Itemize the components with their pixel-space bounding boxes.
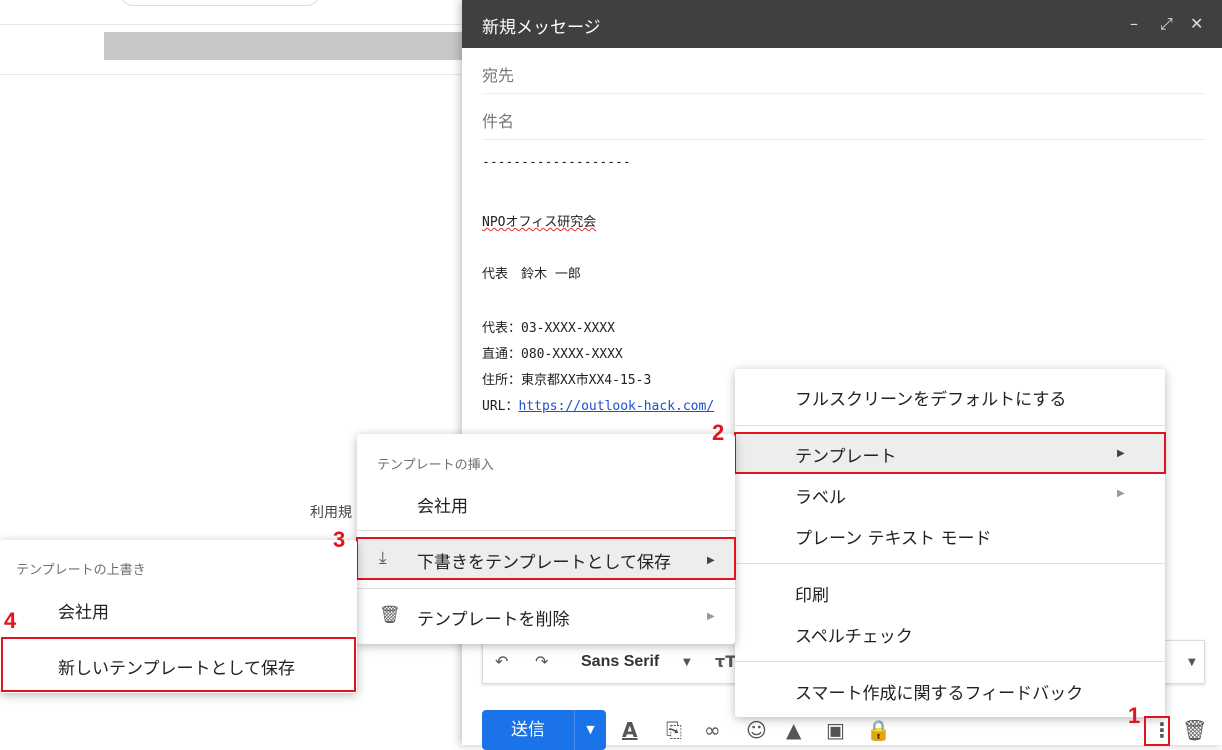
menu-divider [735,563,1165,564]
expand-icon[interactable]: ⤢ [1160,14,1173,34]
compose-title: 新規メッセージ [482,18,601,38]
menu-divider [357,530,735,531]
confidential-icon[interactable]: 🔒 [866,718,891,742]
step-number-4: 4 [4,608,17,633]
body-tel-direct: 直通：080-XXXX-XXXX [482,347,623,362]
minimize-icon[interactable]: – [1130,14,1138,33]
body-rep: 代表 鈴木 一郎 [482,267,581,282]
menu-item-feedback[interactable]: スマート作成に関するフィードバック [795,679,1083,704]
highlight-box-save-new [1,637,356,692]
link-icon[interactable]: ∞ [704,718,721,742]
menu-item-plain-text[interactable]: プレーン テキスト モード [795,524,991,549]
drive-icon[interactable]: ▲ [786,718,801,742]
menu-item-fullscreen-default[interactable]: フルスクリーンをデフォルトにする [795,385,1066,410]
menu-divider [735,425,1165,426]
send-options-icon[interactable]: ▼ [574,710,606,750]
menu-divider [357,588,735,589]
more-formatting-icon[interactable]: ▼ [1188,657,1196,668]
menu-item-label[interactable]: ラベル [795,483,846,508]
body-tel-main: 代表：03-XXXX-XXXX [482,321,615,336]
font-size-icon[interactable]: τT [715,652,736,671]
template-insert-item[interactable]: 会社用 [417,492,468,517]
close-icon[interactable]: ✕ [1190,14,1203,33]
subject-placeholder: 件名 [482,112,515,131]
background-terms-link[interactable]: 利用規 [310,502,352,522]
background-divider [0,24,462,25]
background-gray-bar [104,32,462,60]
to-placeholder: 宛先 [482,66,515,85]
submenu-arrow-icon: ▶ [1117,488,1125,499]
submenu-arrow-icon: ▶ [707,611,715,622]
step-number-3: 3 [333,527,346,552]
menu-item-spellcheck[interactable]: スペルチェック [795,622,913,647]
compose-header: 新規メッセージ – ⤢ ✕ [462,0,1222,48]
body-org-text: NPOオフィス研究会 [482,215,597,230]
body-url-label: URL： [482,399,519,414]
body-dashes: ------------------- [482,155,631,170]
photo-icon[interactable]: ▣ [826,718,845,742]
font-dropdown-icon[interactable]: ▼ [683,657,691,668]
attach-icon[interactable]: ⎘ [666,718,682,742]
step-number-2: 2 [712,420,725,445]
redo-icon[interactable]: ↷ [535,652,548,671]
trash-icon[interactable]: 🗑 [1182,718,1207,742]
menu-divider [735,661,1165,662]
menu-item-delete-template[interactable]: テンプレートを削除 [417,605,570,630]
font-select[interactable]: Sans Serif [581,653,659,671]
send-button[interactable]: 送信 [482,710,574,750]
highlight-box-template [734,432,1166,474]
body-address: 住所：東京都XX市XX4-15-3 [482,373,652,388]
to-field[interactable]: 宛先 [482,50,1205,94]
text-format-icon[interactable]: A [622,718,637,742]
background-divider [0,74,462,75]
template-insert-header: テンプレートの挿入 [377,458,494,473]
body-url-link[interactable]: https://outlook-hack.com/ [518,399,714,414]
overwrite-header: テンプレートの上書き [16,563,146,578]
highlight-box-save-draft [356,537,736,580]
more-options-menu: フルスクリーンをデフォルトにする テンプレート ▶ ラベル ▶ プレーン テキス… [735,369,1165,717]
step-number-1: 1 [1128,703,1141,728]
body-url-line: URL：https://outlook-hack.com/ [482,395,714,414]
background-search-bar[interactable] [120,0,320,6]
menu-item-print[interactable]: 印刷 [795,581,829,606]
highlight-box-more-options [1144,716,1170,746]
subject-field[interactable]: 件名 [482,96,1205,140]
undo-icon[interactable]: ↶ [495,652,508,671]
trash-icon: 🗑 [379,605,401,625]
emoji-icon[interactable]: ☺ [746,718,767,742]
overwrite-item[interactable]: 会社用 [58,598,109,623]
body-org: NPOオフィス研究会 [482,211,596,230]
